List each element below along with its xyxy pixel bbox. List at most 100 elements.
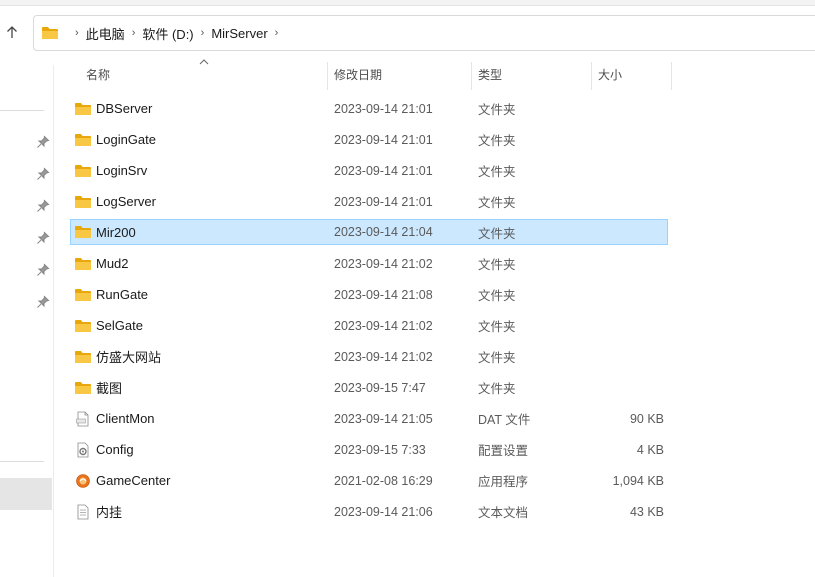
column-type[interactable]: 类型 (478, 60, 502, 90)
file-row[interactable]: RunGate 2023-09-14 21:08 文件夹 (70, 279, 670, 310)
file-row[interactable]: Config 2023-09-15 7:33 配置设置 4 KB (70, 434, 670, 465)
breadcrumb-drive-d[interactable]: 软件 (D:) (142, 24, 193, 43)
file-name: Mir200 (96, 224, 136, 240)
file-name: DBServer (96, 101, 153, 116)
file-name: SelGate (96, 318, 143, 333)
file-date: 2023-09-14 21:04 (334, 225, 433, 239)
file-type: 文件夹 (478, 320, 516, 334)
folder-icon (74, 380, 92, 396)
folder-icon (74, 224, 92, 240)
file-name: Config (96, 442, 134, 457)
pin-icon[interactable] (36, 135, 50, 149)
file-name: GameCenter (96, 473, 171, 488)
file-name-cell: LogServer (74, 194, 156, 210)
file-type: 文件夹 (478, 103, 516, 117)
file-date: 2023-09-14 21:06 (334, 504, 433, 519)
file-row[interactable]: Mud2 2023-09-14 21:02 文件夹 (70, 248, 670, 279)
file-name-cell: 内挂 (74, 502, 122, 521)
file-name: RunGate (96, 287, 149, 302)
file-row[interactable]: 仿盛大网站 2023-09-14 21:02 文件夹 (70, 341, 670, 372)
breadcrumb-this-pc[interactable]: 此电脑 (86, 24, 125, 43)
nav-divider (0, 461, 44, 462)
file-date: 2023-09-14 21:02 (334, 318, 433, 333)
breadcrumb-mirserver[interactable]: MirServer (211, 26, 267, 41)
folder-icon (74, 132, 92, 148)
address-bar[interactable]: › 此电脑 › 软件 (D:) › MirServer › (33, 15, 815, 51)
breadcrumb-separator[interactable]: › (275, 27, 279, 39)
file-size: 4 KB (636, 442, 664, 457)
column-date[interactable]: 修改日期 (334, 60, 382, 90)
pin-icon[interactable] (36, 231, 50, 245)
nav-divider (0, 110, 44, 111)
file-date: 2023-09-15 7:33 (334, 442, 426, 457)
column-divider[interactable] (591, 62, 592, 90)
file-type: 文件夹 (478, 226, 516, 241)
file-list: DBServer 2023-09-14 21:01 文件夹 LoginGate 2023… (70, 93, 670, 527)
folder-icon (74, 318, 92, 334)
folder-icon (74, 163, 92, 179)
file-name-cell: LoginSrv (74, 163, 147, 179)
folder-icon (74, 287, 92, 303)
file-row[interactable]: LogServer 2023-09-14 21:01 文件夹 (70, 186, 670, 217)
file-row[interactable]: ClientMon 2023-09-14 21:05 DAT 文件 90 KB (70, 403, 670, 434)
up-button[interactable] (2, 22, 22, 42)
file-type: 应用程序 (478, 475, 529, 489)
file-name-cell: GameCenter (74, 473, 170, 489)
file-row[interactable]: DBServer 2023-09-14 21:01 文件夹 (70, 93, 670, 124)
file-date: 2023-09-14 21:02 (334, 349, 433, 364)
file-date: 2023-09-14 21:08 (334, 287, 433, 302)
file-name-cell: RunGate (74, 287, 148, 303)
text-file-icon (74, 504, 92, 520)
file-type: 文件夹 (478, 134, 516, 148)
file-date: 2023-09-14 21:02 (334, 256, 433, 271)
file-name: ClientMon (96, 411, 155, 426)
file-name-cell: SelGate (74, 318, 143, 334)
file-name: 内挂 (96, 505, 123, 520)
file-date: 2023-09-15 7:47 (334, 380, 426, 395)
folder-icon (74, 194, 92, 210)
file-name-cell: 截图 (74, 378, 122, 397)
file-date: 2023-09-14 21:01 (334, 194, 433, 209)
nav-item-selected[interactable] (0, 478, 52, 510)
file-size: 1,094 KB (612, 473, 664, 488)
file-name-cell: ClientMon (74, 411, 155, 427)
file-row[interactable]: LoginSrv 2023-09-14 21:01 文件夹 (70, 155, 670, 186)
dat-file-icon (74, 411, 92, 427)
sort-up-icon[interactable] (199, 58, 209, 66)
folder-icon (74, 256, 92, 272)
column-size[interactable]: 大小 (598, 60, 622, 90)
file-date: 2021-02-08 16:29 (334, 473, 433, 488)
file-type: 文件夹 (478, 258, 516, 272)
file-size: 43 KB (629, 504, 664, 519)
file-type: 文件夹 (478, 382, 516, 396)
file-row[interactable]: GameCenter 2021-02-08 16:29 应用程序 1,094 KB (70, 465, 670, 496)
pin-icon[interactable] (36, 167, 50, 181)
file-name-cell: LoginGate (74, 132, 156, 148)
file-row[interactable]: 内挂 2023-09-14 21:06 文本文档 43 KB (70, 496, 670, 527)
file-name-cell: Mir200 (74, 224, 136, 240)
file-type: 文件夹 (478, 196, 516, 210)
file-type: 文件夹 (478, 289, 516, 303)
file-date: 2023-09-14 21:01 (334, 101, 433, 116)
file-row-selected[interactable]: Mir200 2023-09-14 21:04 文件夹 (70, 219, 668, 245)
folder-icon (42, 27, 58, 39)
file-name-cell: Mud2 (74, 256, 129, 272)
file-name: LogServer (96, 194, 156, 209)
file-row[interactable]: SelGate 2023-09-14 21:02 文件夹 (70, 310, 670, 341)
file-type: 配置设置 (478, 444, 529, 458)
file-row[interactable]: 截图 2023-09-15 7:47 文件夹 (70, 372, 670, 403)
pin-icon[interactable] (36, 263, 50, 277)
column-divider[interactable] (327, 62, 328, 90)
pin-icon[interactable] (36, 295, 50, 309)
breadcrumb-separator: › (131, 27, 136, 39)
column-divider[interactable] (671, 62, 672, 90)
file-name: Mud2 (96, 256, 129, 271)
folder-icon (74, 101, 92, 117)
file-row[interactable]: LoginGate 2023-09-14 21:01 文件夹 (70, 124, 670, 155)
column-name[interactable]: 名称 (86, 60, 110, 90)
file-size: 90 KB (629, 411, 664, 426)
column-divider[interactable] (471, 62, 472, 90)
pin-icon[interactable] (36, 199, 50, 213)
file-type: DAT 文件 (478, 413, 531, 427)
config-file-icon (74, 442, 92, 458)
